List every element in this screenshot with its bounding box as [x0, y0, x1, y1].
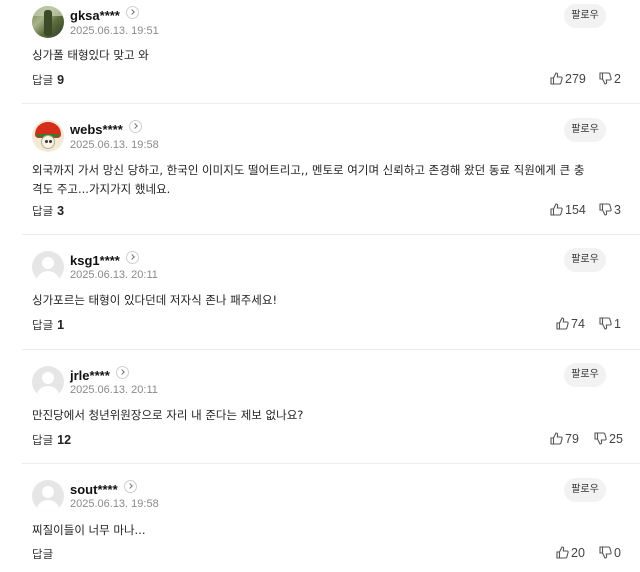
like-count: 79 — [565, 432, 579, 446]
comment-item: sout**** 2025.06.13. 19:58 팔로우 찌질이들이 너무 … — [22, 464, 640, 572]
thumbs-down-icon — [594, 432, 607, 445]
reply-button[interactable]: 답글 12 — [32, 432, 71, 448]
like-button[interactable]: 79 — [550, 432, 579, 446]
follow-button[interactable]: 팔로우 — [564, 118, 606, 142]
thumbs-up-icon — [556, 546, 569, 559]
username-text: gksa**** — [70, 8, 120, 23]
reply-button[interactable]: 답글 — [32, 546, 57, 562]
comment-text: 외국까지 가서 망신 당하고, 한국인 이미지도 떨어트리고,, 멘토로 여기며… — [32, 163, 585, 196]
profile-chevron-icon[interactable] — [125, 6, 139, 19]
reply-count: 1 — [57, 318, 65, 332]
thumbs-down-icon — [599, 317, 612, 330]
thumbs-down-icon — [599, 72, 612, 85]
comment-author[interactable]: gksa**** — [70, 6, 139, 23]
dislike-count: 1 — [614, 317, 621, 331]
dislike-button[interactable]: 0 — [599, 546, 621, 560]
username-text: webs**** — [70, 122, 123, 137]
reply-label: 답글 — [32, 433, 54, 447]
follow-button[interactable]: 팔로우 — [564, 363, 606, 387]
comment-item: webs**** 2025.06.13. 19:58 팔로우 외국까지 가서 망… — [22, 104, 640, 235]
dislike-count: 2 — [614, 72, 621, 86]
reply-label: 답글 — [32, 547, 54, 561]
username-text: sout**** — [70, 482, 118, 497]
thumbs-down-icon — [599, 203, 612, 216]
comment-date: 2025.06.13. 19:51 — [70, 25, 159, 37]
profile-chevron-icon[interactable] — [125, 251, 139, 264]
comment-item: jrle**** 2025.06.13. 20:11 팔로우 만진당에서 청년위… — [22, 350, 640, 464]
reply-count: 3 — [57, 204, 65, 218]
thumbs-up-icon — [550, 72, 563, 85]
dislike-button[interactable]: 3 — [599, 203, 621, 217]
username-text: ksg1**** — [70, 253, 120, 268]
comment-text: 만진당에서 청년위원장으로 자리 내 준다는 제보 없나요? — [32, 408, 304, 422]
like-button[interactable]: 74 — [556, 317, 585, 331]
like-button[interactable]: 20 — [556, 546, 585, 560]
user-avatar[interactable] — [32, 366, 64, 398]
dislike-count: 3 — [614, 203, 621, 217]
thumbs-up-icon — [550, 432, 563, 445]
dislike-button[interactable]: 1 — [599, 317, 621, 331]
profile-chevron-icon[interactable] — [123, 480, 137, 493]
comment-date: 2025.06.13. 19:58 — [70, 139, 159, 151]
dislike-count: 25 — [609, 432, 623, 446]
comment-date: 2025.06.13. 20:11 — [70, 269, 158, 281]
dislike-button[interactable]: 25 — [594, 432, 623, 446]
follow-button[interactable]: 팔로우 — [564, 248, 606, 272]
profile-chevron-icon[interactable] — [128, 120, 142, 133]
thumbs-up-icon — [550, 203, 563, 216]
user-avatar[interactable] — [32, 480, 64, 512]
like-button[interactable]: 154 — [550, 203, 586, 217]
username-text: jrle**** — [70, 368, 110, 383]
dislike-button[interactable]: 2 — [599, 72, 621, 86]
comment-text: 찌질이들이 너무 마나... — [32, 523, 146, 537]
reply-button[interactable]: 답글 9 — [32, 72, 64, 88]
comment-text: 싱가포르는 태형이 있다던데 저자식 존나 패주세요! — [32, 293, 278, 307]
reply-label: 답글 — [32, 204, 54, 218]
user-avatar[interactable] — [32, 251, 64, 283]
comment-author[interactable]: sout**** — [70, 480, 137, 497]
follow-button[interactable]: 팔로우 — [564, 478, 606, 502]
comment-item: gksa**** 2025.06.13. 19:51 팔로우 싱가폴 태형있다 … — [22, 0, 640, 104]
user-avatar[interactable] — [32, 120, 64, 152]
comment-author[interactable]: jrle**** — [70, 366, 129, 383]
follow-button[interactable]: 팔로우 — [564, 4, 606, 28]
thumbs-down-icon — [599, 546, 612, 559]
thumbs-up-icon — [556, 317, 569, 330]
comment-author[interactable]: webs**** — [70, 120, 142, 137]
comment-date: 2025.06.13. 19:58 — [70, 498, 159, 510]
reply-label: 답글 — [32, 73, 54, 87]
like-button[interactable]: 279 — [550, 72, 586, 86]
reply-label: 답글 — [32, 318, 54, 332]
reply-button[interactable]: 답글 1 — [32, 317, 64, 333]
comment-item: ksg1**** 2025.06.13. 20:11 팔로우 싱가포르는 태형이… — [22, 235, 640, 350]
comment-date: 2025.06.13. 20:11 — [70, 384, 158, 396]
comment-text: 싱가폴 태형있다 맞고 와 — [32, 48, 149, 62]
reply-button[interactable]: 답글 3 — [32, 203, 64, 219]
profile-chevron-icon[interactable] — [115, 366, 129, 379]
comment-author[interactable]: ksg1**** — [70, 251, 139, 268]
reply-count: 12 — [57, 433, 72, 447]
dislike-count: 0 — [614, 546, 621, 560]
like-count: 74 — [571, 317, 585, 331]
like-count: 154 — [565, 203, 586, 217]
user-avatar[interactable] — [32, 6, 64, 38]
like-count: 279 — [565, 72, 586, 86]
reply-count: 9 — [57, 73, 65, 87]
like-count: 20 — [571, 546, 585, 560]
